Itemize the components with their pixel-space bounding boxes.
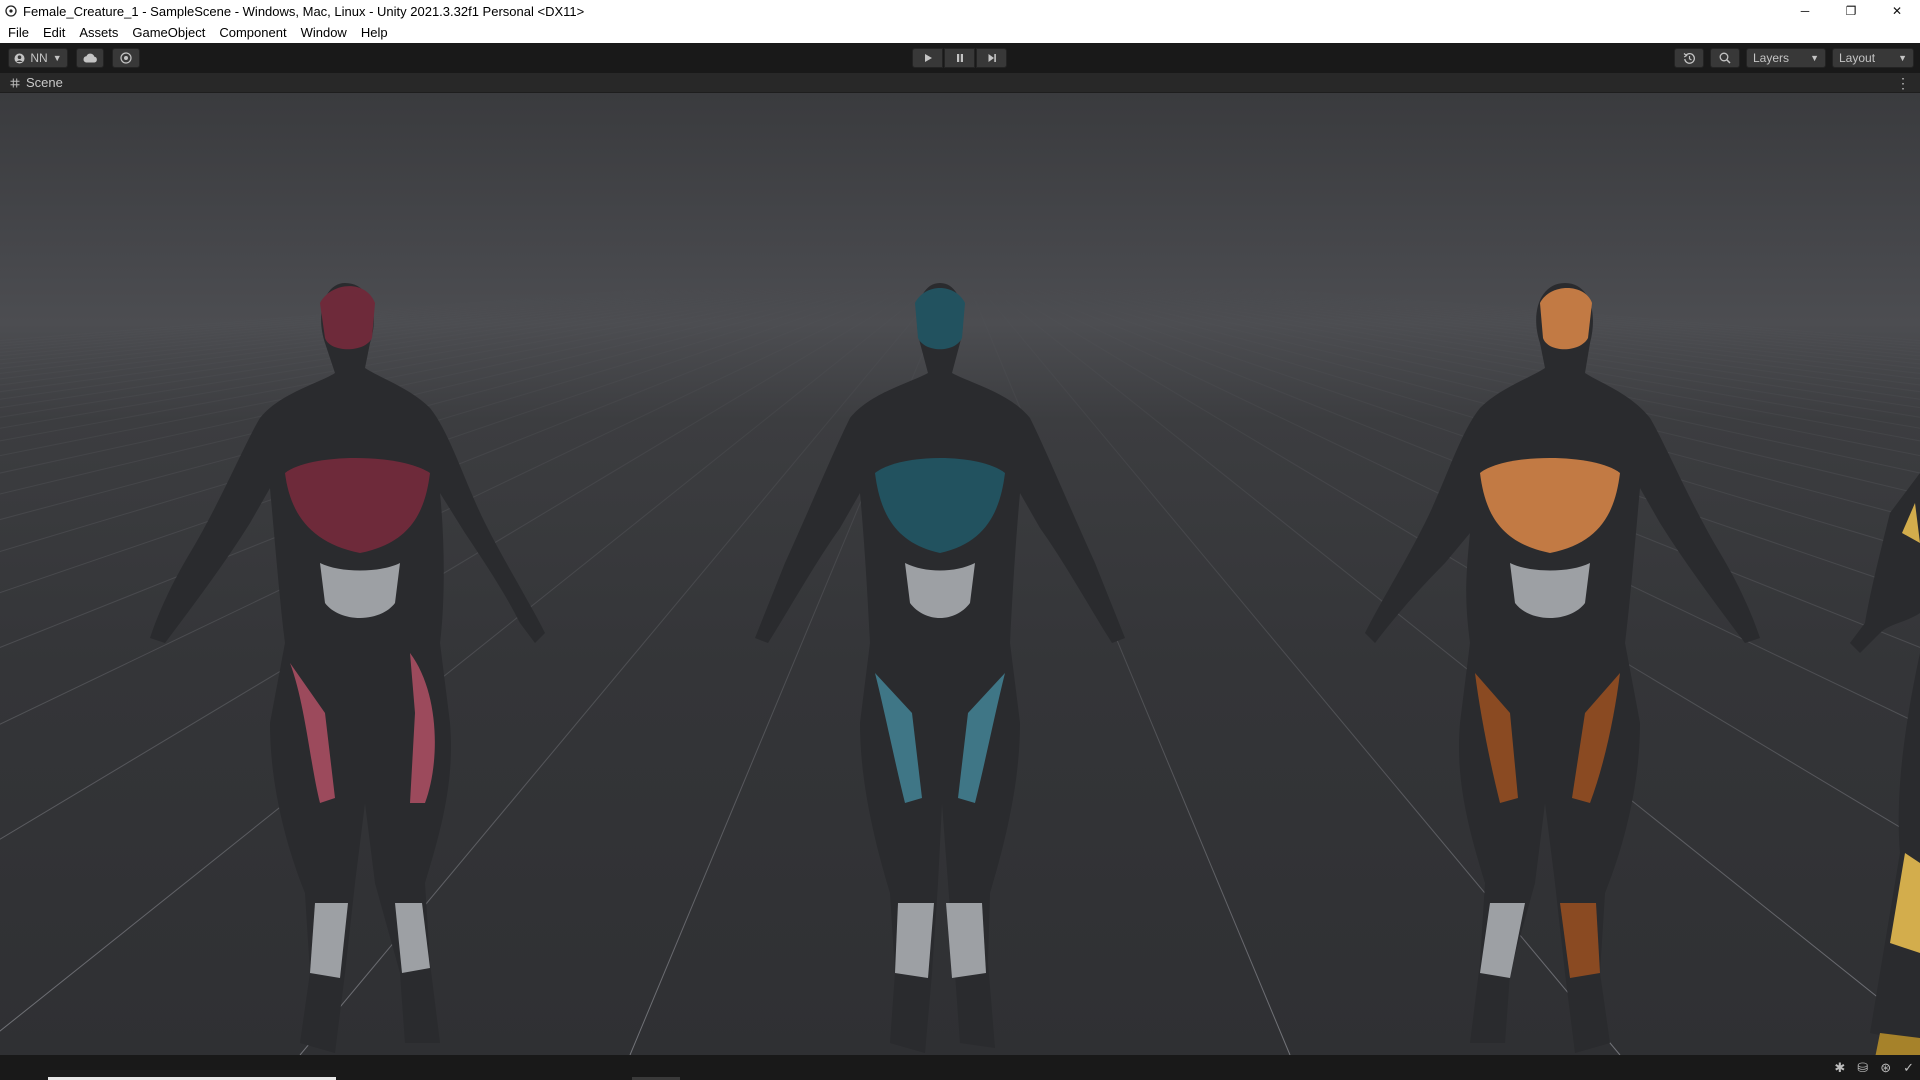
unity-logo-icon — [4, 4, 18, 18]
minimize-button[interactable]: ─ — [1782, 0, 1828, 22]
menu-assets[interactable]: Assets — [72, 25, 125, 40]
restore-button[interactable]: ❐ — [1828, 0, 1874, 22]
window-titlebar: Female_Creature_1 - SampleScene - Window… — [0, 0, 1920, 22]
creature-body — [1365, 283, 1760, 1053]
network-icon[interactable]: ⊛ — [1880, 1060, 1891, 1076]
chevron-down-icon: ▼ — [1810, 53, 1819, 63]
step-button[interactable] — [976, 48, 1007, 68]
scene-tab-bar: Scene ⋮ — [0, 73, 1920, 93]
chevron-down-icon: ▼ — [52, 53, 62, 63]
history-icon — [1683, 52, 1695, 64]
account-label: NN — [30, 51, 48, 65]
account-icon — [14, 53, 25, 63]
check-icon[interactable]: ✓ — [1903, 1060, 1914, 1076]
search-icon — [1719, 52, 1731, 64]
collab-button[interactable] — [112, 48, 140, 68]
step-icon — [988, 54, 996, 62]
pause-icon — [956, 54, 963, 62]
play-icon — [924, 54, 932, 62]
scene-tab-label: Scene — [26, 75, 63, 90]
creature-figure-3[interactable] — [1300, 243, 1800, 1055]
menu-help[interactable]: Help — [354, 25, 395, 40]
bug-icon[interactable]: ✱ — [1834, 1060, 1845, 1076]
creature-body — [1850, 473, 1920, 1055]
menu-component[interactable]: Component — [212, 25, 293, 40]
search-button[interactable] — [1710, 48, 1740, 68]
menu-window[interactable]: Window — [294, 25, 354, 40]
layout-dropdown[interactable]: Layout ▼ — [1832, 48, 1914, 68]
creature-body — [755, 283, 1125, 1053]
window-title: Female_Creature_1 - SampleScene - Window… — [23, 3, 585, 19]
account-dropdown[interactable]: NN ▼ — [8, 48, 68, 68]
layout-label: Layout — [1839, 51, 1876, 65]
more-options-icon[interactable]: ⋮ — [1896, 76, 1910, 90]
pause-button[interactable] — [944, 48, 975, 68]
undo-history-button[interactable] — [1674, 48, 1704, 68]
tab-scene[interactable]: Scene — [0, 75, 63, 90]
layers-dropdown[interactable]: Layers ▼ — [1746, 48, 1826, 68]
grid-icon — [10, 78, 20, 87]
play-button[interactable] — [912, 48, 943, 68]
creature-figure-2[interactable] — [690, 243, 1190, 1055]
menu-edit[interactable]: Edit — [36, 25, 72, 40]
creature-figure-1[interactable] — [110, 243, 610, 1055]
menu-gameobject[interactable]: GameObject — [125, 25, 212, 40]
layers-label: Layers — [1753, 51, 1790, 65]
close-button[interactable]: ✕ — [1874, 0, 1920, 22]
cache-server-icon[interactable]: ⛁ — [1857, 1060, 1868, 1076]
status-bar: ✱ ⛁ ⊛ ✓ — [0, 1055, 1920, 1080]
cloud-icon — [83, 53, 97, 63]
menu-bar: File Edit Assets GameObject Component Wi… — [0, 22, 1920, 43]
cloud-button[interactable] — [76, 48, 104, 68]
scene-viewport[interactable] — [0, 93, 1920, 1055]
status-icons: ✱ ⛁ ⊛ ✓ — [1834, 1060, 1914, 1076]
creature-body — [150, 283, 545, 1053]
creature-figure-4-partial[interactable] — [1810, 473, 1920, 1055]
menu-file[interactable]: File — [8, 25, 36, 40]
chevron-down-icon: ▼ — [1898, 53, 1907, 63]
target-icon — [120, 52, 132, 64]
main-toolbar: NN ▼ Layers ▼ Layout ▼ — [0, 43, 1920, 73]
playback-controls — [912, 48, 1007, 68]
